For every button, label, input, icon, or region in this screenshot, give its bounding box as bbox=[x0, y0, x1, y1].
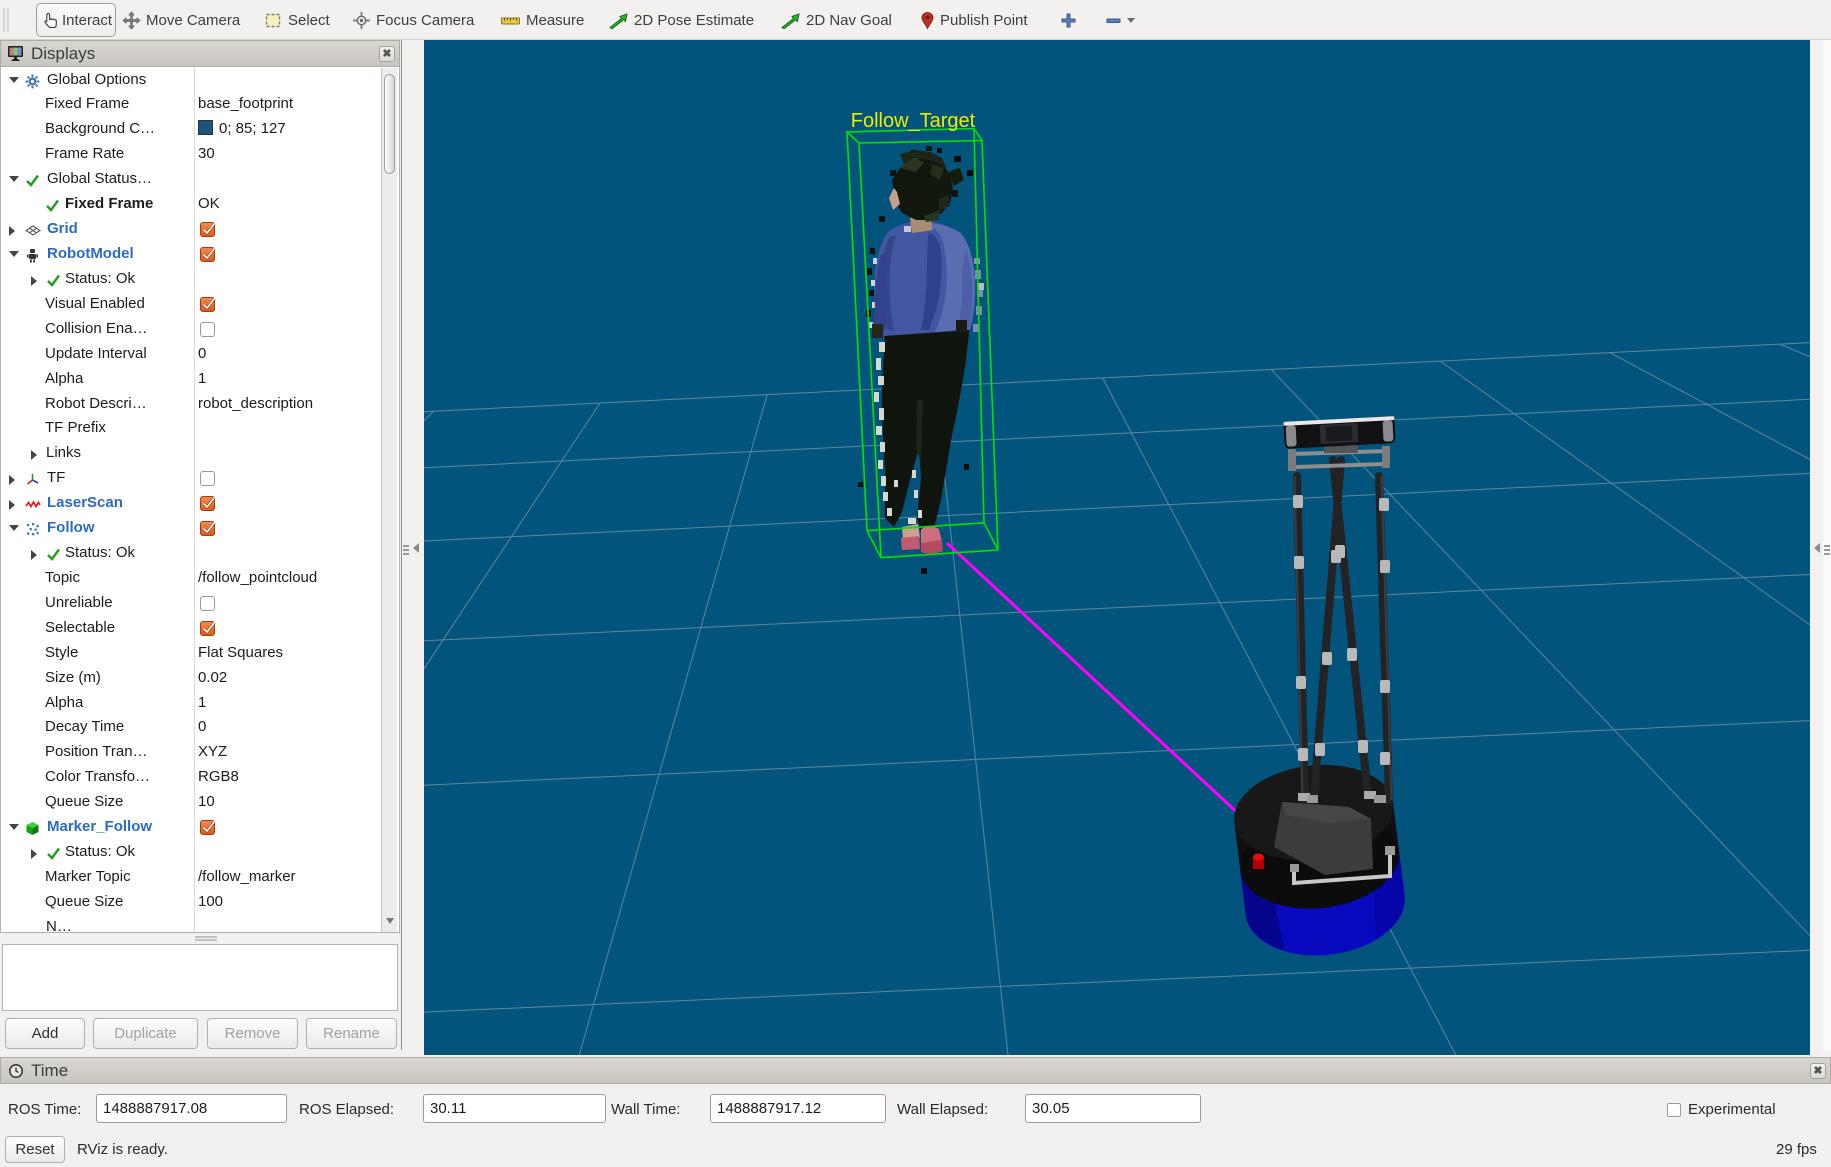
svg-text:Follow_Target: Follow_Target bbox=[851, 110, 976, 132]
